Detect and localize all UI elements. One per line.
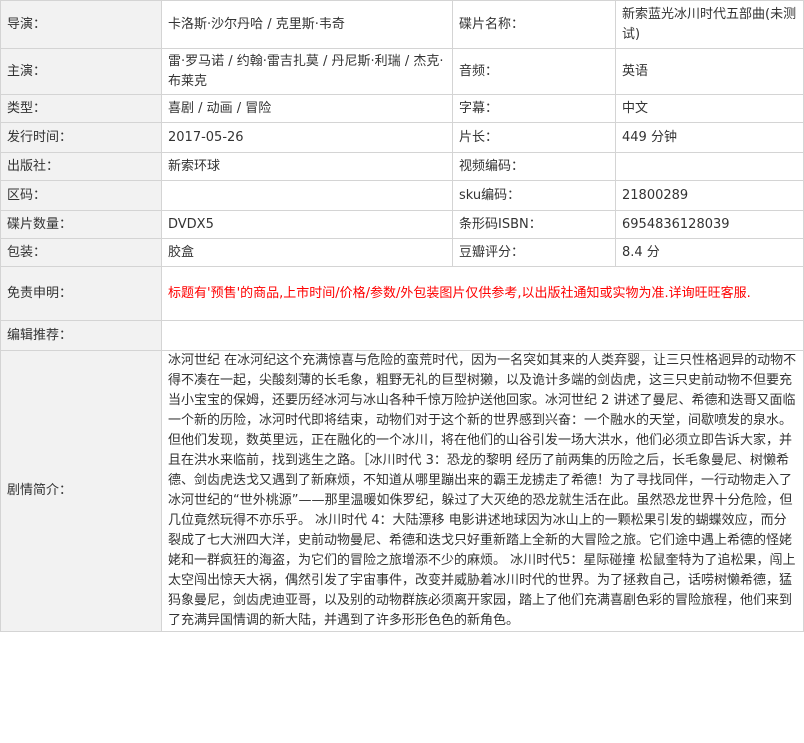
audio-value: 英语 xyxy=(615,48,804,95)
audio-label: 音频： xyxy=(452,48,616,95)
table-row-synopsis: 剧情简介： 冰河世纪 在冰河纪这个充满惊喜与危险的蛮荒时代，因为一名突如其来的人… xyxy=(0,350,804,632)
runtime-value: 449 分钟 xyxy=(615,122,804,153)
table-row-cast: 主演： 雷·罗马诺 / 约翰·雷吉扎莫 / 丹尼斯·利瑞 / 杰克·布莱克 音频… xyxy=(0,48,804,95)
barcode-value: 6954836128039 xyxy=(615,210,804,239)
subtitle-value: 中文 xyxy=(615,94,804,123)
barcode-label: 条形码ISBN： xyxy=(452,210,616,239)
table-row-packaging: 包装： 胶盒 豆瓣评分： 8.4 分 xyxy=(0,238,804,267)
editor-pick-label: 编辑推荐： xyxy=(0,320,162,351)
sku-label: sku编码： xyxy=(452,180,616,211)
director-label: 导演： xyxy=(0,0,162,49)
video-codec-label: 视频编码： xyxy=(452,152,616,181)
packaging-value: 胶盒 xyxy=(161,238,453,267)
disc-count-label: 碟片数量： xyxy=(0,210,162,239)
publisher-label: 出版社： xyxy=(0,152,162,181)
release-date-label: 发行时间： xyxy=(0,122,162,153)
disc-name-label: 碟片名称： xyxy=(452,0,616,49)
disclaimer-label: 免责申明： xyxy=(0,266,162,321)
disclaimer-text: 标题有'预售'的商品,上市时间/价格/参数/外包装图片仅供参考,以出版社通知或实… xyxy=(161,266,804,321)
editor-pick-value xyxy=(161,320,804,351)
genre-value: 喜剧 / 动画 / 冒险 xyxy=(161,94,453,123)
table-row-region: 区码： sku编码： 21800289 xyxy=(0,180,804,211)
region-code-value xyxy=(161,180,453,211)
table-row-director: 导演： 卡洛斯·沙尔丹哈 / 克里斯·韦奇 碟片名称： 新索蓝光冰川时代五部曲(… xyxy=(0,0,804,49)
video-codec-value xyxy=(615,152,804,181)
runtime-label: 片长： xyxy=(452,122,616,153)
table-row-editor-pick: 编辑推荐： xyxy=(0,320,804,351)
cast-label: 主演： xyxy=(0,48,162,95)
table-row-disclaimer: 免责申明： 标题有'预售'的商品,上市时间/价格/参数/外包装图片仅供参考,以出… xyxy=(0,266,804,321)
disc-count-value: DVDX5 xyxy=(161,210,453,239)
douban-rating-label: 豆瓣评分： xyxy=(452,238,616,267)
synopsis-label: 剧情简介： xyxy=(0,350,162,632)
disc-name-value: 新索蓝光冰川时代五部曲(未测试) xyxy=(615,0,804,49)
table-row-disc-count: 碟片数量： DVDX5 条形码ISBN： 6954836128039 xyxy=(0,210,804,239)
region-code-label: 区码： xyxy=(0,180,162,211)
synopsis-text: 冰河世纪 在冰河纪这个充满惊喜与危险的蛮荒时代，因为一名突如其来的人类弃婴，让三… xyxy=(161,350,804,632)
cast-value: 雷·罗马诺 / 约翰·雷吉扎莫 / 丹尼斯·利瑞 / 杰克·布莱克 xyxy=(161,48,453,95)
publisher-value: 新索环球 xyxy=(161,152,453,181)
release-date-value: 2017-05-26 xyxy=(161,122,453,153)
director-value: 卡洛斯·沙尔丹哈 / 克里斯·韦奇 xyxy=(161,0,453,49)
packaging-label: 包装： xyxy=(0,238,162,267)
table-row-release: 发行时间： 2017-05-26 片长： 449 分钟 xyxy=(0,122,804,153)
douban-rating-value: 8.4 分 xyxy=(615,238,804,267)
sku-value: 21800289 xyxy=(615,180,804,211)
subtitle-label: 字幕： xyxy=(452,94,616,123)
table-row-publisher: 出版社： 新索环球 视频编码： xyxy=(0,152,804,181)
table-row-genre: 类型： 喜剧 / 动画 / 冒险 字幕： 中文 xyxy=(0,94,804,123)
product-spec-table: 导演： 卡洛斯·沙尔丹哈 / 克里斯·韦奇 碟片名称： 新索蓝光冰川时代五部曲(… xyxy=(0,0,804,632)
genre-label: 类型： xyxy=(0,94,162,123)
